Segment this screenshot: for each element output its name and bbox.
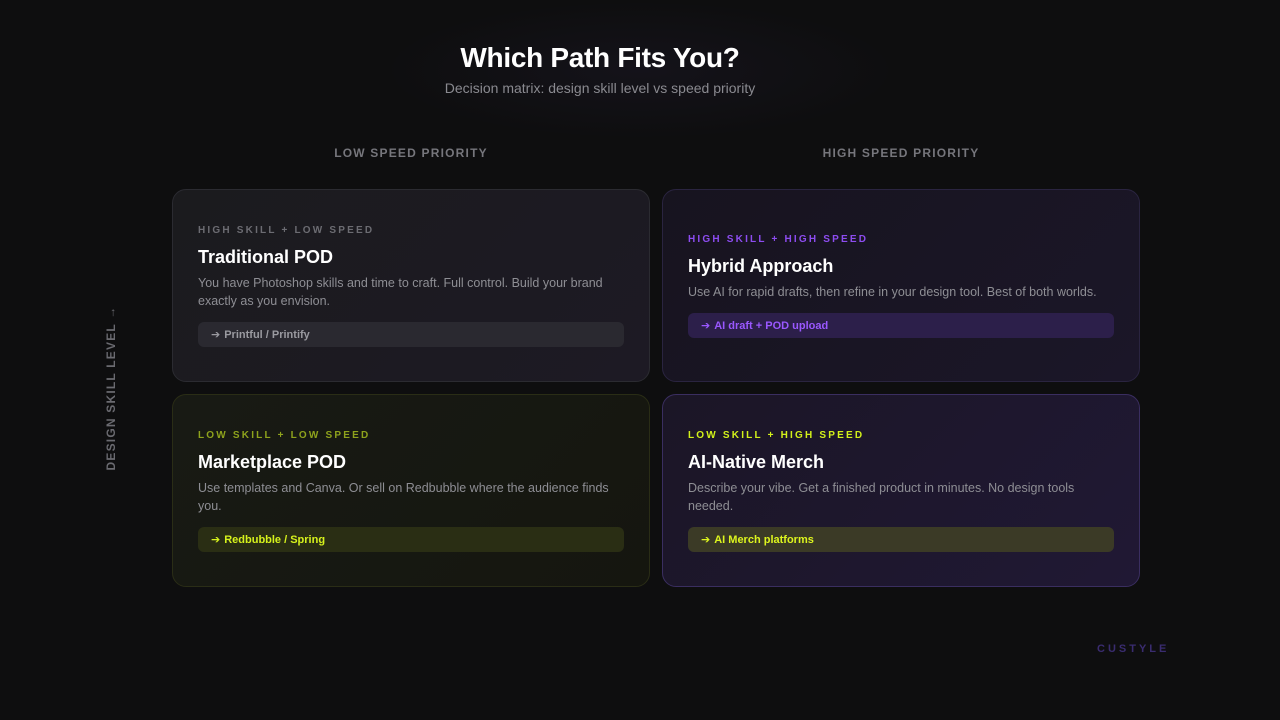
quadrant-tag: HIGH SKILL + LOW SPEED	[198, 225, 375, 236]
page-subtitle: Decision matrix: design skill level vs s…	[444, 80, 756, 96]
quadrant-action-pill: ➔ Printful / Printify	[198, 322, 624, 347]
page-header: Which Path Fits You? Decision matrix: de…	[0, 38, 1200, 97]
arrow-right-icon: ➔	[701, 320, 711, 332]
quadrant-action-pill: ➔ AI draft + POD upload	[688, 313, 1114, 338]
column-header-low-speed: LOW SPEED PRIORITY	[334, 146, 488, 160]
quadrant-title: Hybrid Approach	[688, 256, 834, 276]
quadrant-title: Traditional POD	[198, 247, 334, 267]
quadrant-hybrid-approach: HIGH SKILL + HIGH SPEED Hybrid Approach …	[662, 189, 1140, 382]
quadrant-tag: LOW SKILL + HIGH SPEED	[688, 430, 865, 441]
y-axis-label: DESIGN SKILL LEVEL →	[104, 306, 118, 471]
quadrant-action-label: AI Merch platforms	[714, 533, 814, 546]
quadrant-description: You have Photoshop skills and time to cr…	[198, 276, 603, 308]
arrow-up-icon: →	[104, 305, 118, 319]
quadrant-description: Describe your vibe. Get a finished produ…	[688, 481, 1075, 513]
arrow-right-icon: ➔	[211, 534, 221, 546]
quadrant-action-pill: ➔ Redbubble / Spring	[198, 527, 624, 552]
quadrant-ai-native-merch: LOW SKILL + HIGH SPEED AI-Native Merch D…	[662, 394, 1140, 587]
quadrant-description: Use templates and Canva. Or sell on Redb…	[198, 481, 609, 513]
quadrant-tag: HIGH SKILL + HIGH SPEED	[688, 234, 869, 245]
quadrant-title: Marketplace POD	[198, 452, 347, 472]
quadrant-marketplace-pod: LOW SKILL + LOW SPEED Marketplace POD Us…	[172, 394, 650, 587]
page-title: Which Path Fits You?	[460, 42, 740, 73]
quadrant-action-pill: ➔ AI Merch platforms	[688, 527, 1114, 552]
quadrant-action-label: Printful / Printify	[224, 328, 310, 341]
quadrant-action-label: Redbubble / Spring	[224, 533, 326, 546]
arrow-right-icon: ➔	[701, 534, 711, 546]
quadrant-title: AI-Native Merch	[688, 452, 825, 472]
y-axis-text: DESIGN SKILL LEVEL	[104, 323, 118, 471]
quadrant-description: Use AI for rapid drafts, then refine in …	[688, 285, 1097, 299]
arrow-right-icon: ➔	[211, 329, 221, 341]
quadrant-action-label: AI draft + POD upload	[714, 319, 829, 332]
brand-wordmark: CUSTYLE	[1097, 643, 1170, 655]
quadrant-traditional-pod: HIGH SKILL + LOW SPEED Traditional POD Y…	[172, 189, 650, 382]
column-header-high-speed: HIGH SPEED PRIORITY	[822, 146, 980, 160]
quadrant-tag: LOW SKILL + LOW SPEED	[198, 430, 371, 441]
